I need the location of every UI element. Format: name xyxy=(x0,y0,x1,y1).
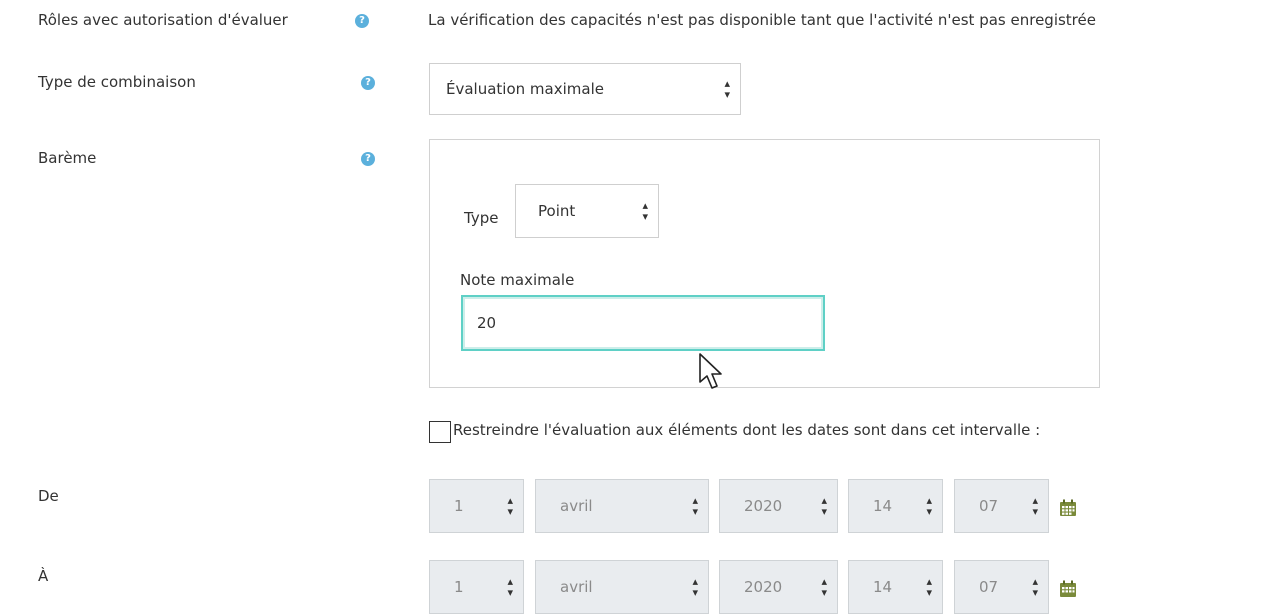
to-month-value: avril xyxy=(560,578,593,596)
combination-select-value: Évaluation maximale xyxy=(446,80,604,98)
updown-arrow-icon: ▴ ▾ xyxy=(926,494,932,518)
scale-label: Barème xyxy=(38,149,97,167)
combination-select[interactable]: Évaluation maximale ▴ ▾ xyxy=(429,63,741,115)
updown-arrow-icon: ▴ ▾ xyxy=(821,575,827,599)
from-hour-value: 14 xyxy=(873,497,893,515)
calendar-icon[interactable] xyxy=(1059,499,1077,517)
updown-arrow-icon: ▴ ▾ xyxy=(1032,494,1038,518)
from-label: De xyxy=(38,487,59,505)
help-icon[interactable]: ? xyxy=(361,76,375,90)
updown-arrow-icon: ▴ ▾ xyxy=(507,575,513,599)
updown-arrow-icon: ▴ ▾ xyxy=(642,199,648,223)
from-day-select[interactable]: 1 ▴ ▾ xyxy=(429,479,524,533)
max-grade-value: 20 xyxy=(477,314,497,332)
to-year-value: 2020 xyxy=(744,578,783,596)
restrict-label: Restreindre l'évaluation aux éléments do… xyxy=(453,421,1041,439)
mouse-pointer-icon xyxy=(699,353,722,389)
to-year-select[interactable]: 2020 ▴ ▾ xyxy=(719,560,838,614)
to-minute-select[interactable]: 07 ▴ ▾ xyxy=(954,560,1049,614)
max-grade-label: Note maximale xyxy=(460,271,575,289)
to-hour-value: 14 xyxy=(873,578,893,596)
to-label: À xyxy=(38,567,49,585)
updown-arrow-icon: ▴ ▾ xyxy=(692,494,698,518)
scale-type-select[interactable]: Point ▴ ▾ xyxy=(515,184,659,238)
updown-arrow-icon: ▴ ▾ xyxy=(692,575,698,599)
to-day-value: 1 xyxy=(454,578,464,596)
updown-arrow-icon: ▴ ▾ xyxy=(507,494,513,518)
restrict-checkbox[interactable] xyxy=(429,421,451,443)
from-hour-select[interactable]: 14 ▴ ▾ xyxy=(848,479,943,533)
roles-label: Rôles avec autorisation d'évaluer xyxy=(38,11,288,29)
to-hour-select[interactable]: 14 ▴ ▾ xyxy=(848,560,943,614)
updown-arrow-icon: ▴ ▾ xyxy=(926,575,932,599)
scale-type-value: Point xyxy=(538,202,576,220)
from-minute-select[interactable]: 07 ▴ ▾ xyxy=(954,479,1049,533)
roles-info-text: La vérification des capacités n'est pas … xyxy=(428,11,1096,29)
from-day-value: 1 xyxy=(454,497,464,515)
combination-label: Type de combinaison xyxy=(38,73,196,91)
to-month-select[interactable]: avril ▴ ▾ xyxy=(535,560,709,614)
updown-arrow-icon: ▴ ▾ xyxy=(1032,575,1038,599)
from-month-select[interactable]: avril ▴ ▾ xyxy=(535,479,709,533)
scale-type-label: Type xyxy=(464,209,499,227)
from-minute-value: 07 xyxy=(979,497,999,515)
help-icon[interactable]: ? xyxy=(361,152,375,166)
updown-arrow-icon: ▴ ▾ xyxy=(821,494,827,518)
from-year-select[interactable]: 2020 ▴ ▾ xyxy=(719,479,838,533)
calendar-icon[interactable] xyxy=(1059,580,1077,598)
to-minute-value: 07 xyxy=(979,578,999,596)
from-month-value: avril xyxy=(560,497,593,515)
to-day-select[interactable]: 1 ▴ ▾ xyxy=(429,560,524,614)
from-year-value: 2020 xyxy=(744,497,783,515)
max-grade-input[interactable]: 20 xyxy=(461,295,825,351)
help-icon[interactable]: ? xyxy=(355,14,369,28)
updown-arrow-icon: ▴ ▾ xyxy=(724,77,730,101)
